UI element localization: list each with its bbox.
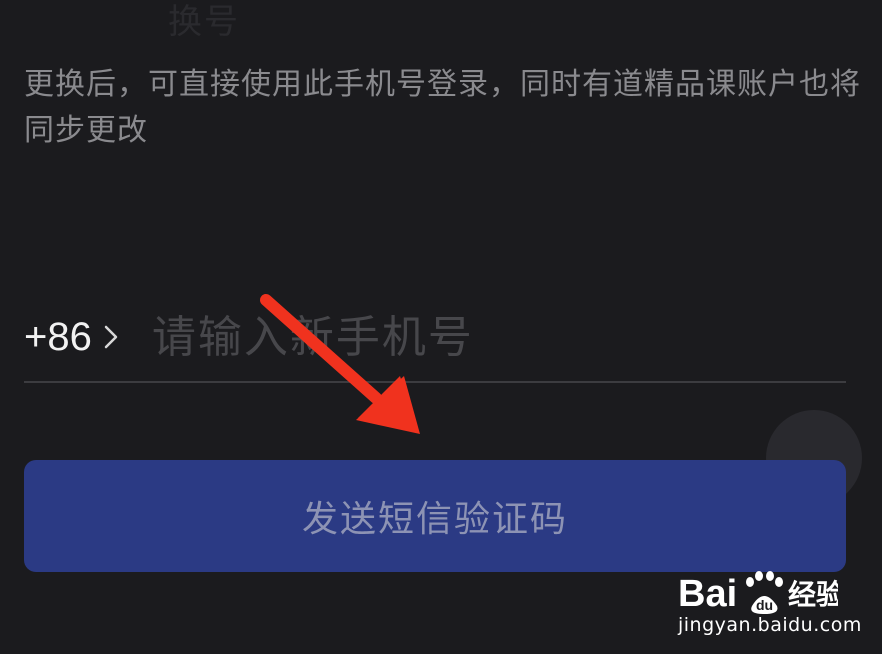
svg-text:Bai: Bai [678, 573, 737, 615]
watermark-url: jingyan.baidu.com [678, 614, 862, 636]
input-divider [24, 381, 846, 383]
change-phone-description: 更换后，可直接使用此手机号登录，同时有道精品课账户也将同步更改 [24, 67, 861, 148]
country-code-label: +86 [24, 314, 92, 359]
country-code-selector[interactable]: +86 [24, 315, 118, 360]
new-phone-input[interactable] [149, 301, 846, 373]
page-header-partial: 换号 [168, 2, 240, 42]
change-phone-screen: 换号 更换后，可直接使用此手机号登录，同时有道精品课账户也将同步更改 +86 发… [0, 0, 882, 654]
svg-text:经验: 经验 [788, 578, 838, 611]
phone-input-row: +86 [24, 292, 846, 382]
chevron-right-icon [104, 325, 118, 349]
send-sms-code-button[interactable]: 发送短信验证码 [24, 460, 846, 572]
svg-text:du: du [756, 597, 773, 613]
baidu-logo: Bai du 经验 [678, 571, 838, 615]
baidu-jingyan-watermark: Bai du 经验 jingyan.baidu.com [676, 560, 876, 650]
